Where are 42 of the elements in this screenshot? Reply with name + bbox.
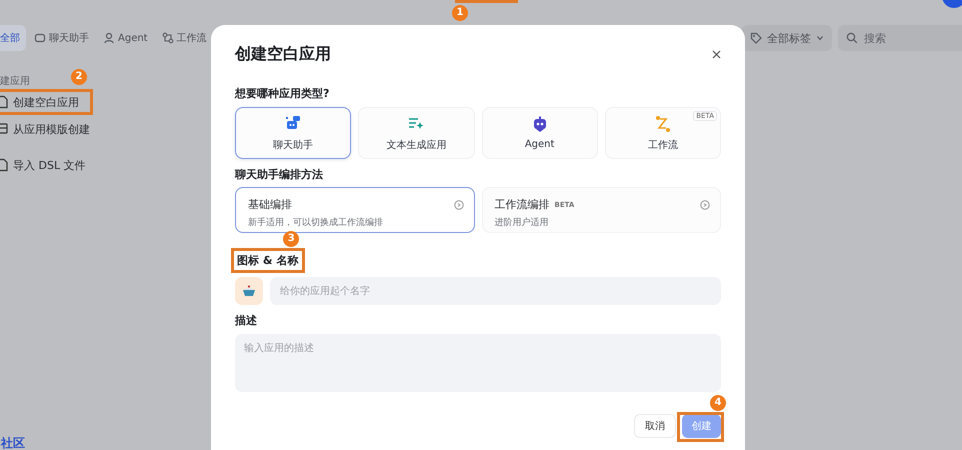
chevron-down-icon <box>816 34 824 42</box>
search-icon <box>846 32 858 44</box>
filter-tab[interactable]: 全部 <box>0 25 26 51</box>
method-description: 新手适用，可以切换成工作流编排 <box>248 216 384 229</box>
step-badge: 1 <box>452 5 468 21</box>
section-label: 聊天助手编排方法 <box>235 167 323 182</box>
app-type-card[interactable]: 文本生成应用 <box>358 107 474 159</box>
highlight-frame <box>677 412 724 442</box>
community-link[interactable]: 社区 <box>1 437 25 449</box>
basket-icon <box>242 285 256 297</box>
app-type-card[interactable]: Agent <box>482 107 598 159</box>
chat-bubble-icon <box>34 32 46 44</box>
method-title: 基础编排 <box>248 197 292 212</box>
close-icon <box>712 50 720 58</box>
help-icon <box>454 200 464 210</box>
description-input[interactable]: 输入应用的描述 <box>235 334 721 392</box>
section-label: 描述 <box>235 313 257 328</box>
create-option[interactable]: 从应用模版创建 <box>0 118 100 140</box>
dialog-title: 创建空白应用 <box>235 44 331 64</box>
tag-icon <box>750 32 762 44</box>
filter-tab[interactable]: 工作流 <box>156 25 213 51</box>
cancel-button[interactable]: 取消 <box>634 414 676 438</box>
workflow-icon <box>654 114 672 132</box>
search-field[interactable]: 搜索 <box>838 25 962 51</box>
app-type-card[interactable]: 聊天助手 <box>235 107 352 159</box>
app-icon-picker[interactable] <box>235 277 263 305</box>
filter-tab[interactable]: 聊天助手 <box>28 25 95 51</box>
name-input[interactable]: 给你的应用起个名字 <box>270 277 721 305</box>
method-description: 进阶用户适用 <box>494 216 550 229</box>
step-badge: 3 <box>283 231 300 247</box>
step-badge: 4 <box>710 395 726 411</box>
filter-tab[interactable]: Agent <box>97 25 154 51</box>
step-badge: 2 <box>71 69 87 85</box>
create-option[interactable]: 导入 DSL 文件 <box>0 154 96 176</box>
help-icon <box>700 200 710 210</box>
tag-filter-dropdown[interactable]: 全部标签 <box>742 25 832 51</box>
method-card[interactable]: 基础编排 新手适用，可以切换成工作流编排 <box>235 187 474 233</box>
method-title: 工作流编排 <box>494 197 550 212</box>
panel-heading: 建应用 <box>0 74 30 88</box>
nodes-icon <box>162 32 174 44</box>
section-label: 想要哪种应用类型? <box>235 86 330 101</box>
person-icon <box>103 32 115 44</box>
